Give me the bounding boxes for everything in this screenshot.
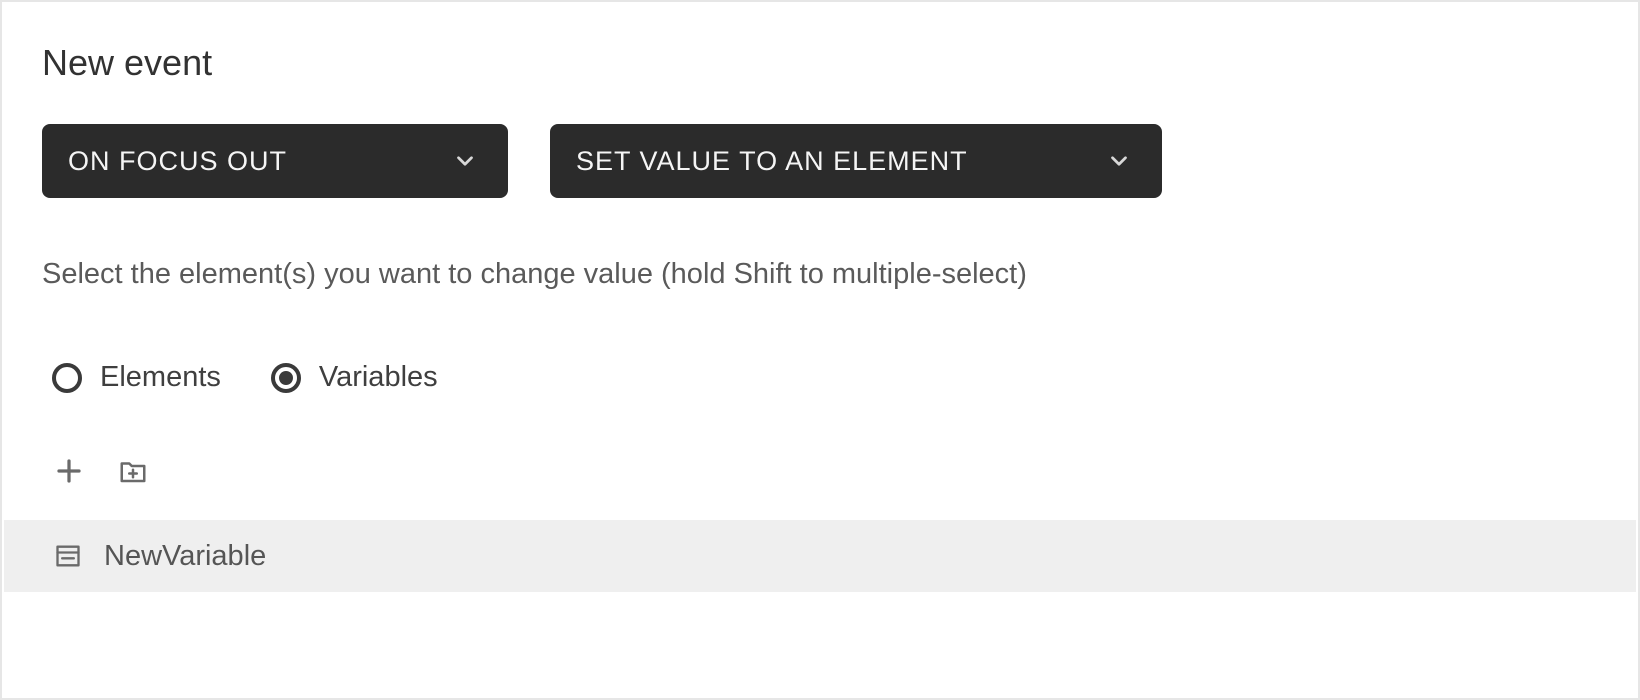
chevron-down-icon <box>1106 148 1132 174</box>
instruction-text: Select the element(s) you want to change… <box>42 258 1598 291</box>
add-folder-button[interactable] <box>116 454 150 488</box>
target-type-radio-group: Elements Variables <box>42 361 1598 394</box>
chevron-down-icon <box>452 148 478 174</box>
variable-name: NewVariable <box>104 540 266 573</box>
radio-variables[interactable]: Variables <box>271 361 438 394</box>
radio-icon <box>52 363 82 393</box>
event-trigger-dropdown[interactable]: ON FOCUS OUT <box>42 124 508 198</box>
radio-elements-label: Elements <box>100 361 221 394</box>
event-trigger-label: ON FOCUS OUT <box>68 146 287 177</box>
variable-icon <box>54 542 82 570</box>
variable-list-item[interactable]: NewVariable <box>4 520 1636 592</box>
event-action-dropdown[interactable]: SET VALUE TO AN ELEMENT <box>550 124 1162 198</box>
new-folder-icon <box>118 456 148 486</box>
dropdown-row: ON FOCUS OUT SET VALUE TO AN ELEMENT <box>42 124 1598 198</box>
event-editor-panel: New event ON FOCUS OUT SET VALUE TO AN E… <box>0 0 1640 700</box>
radio-variables-label: Variables <box>319 361 438 394</box>
panel-title: New event <box>42 42 1598 84</box>
plus-icon <box>54 456 84 486</box>
variables-toolbar <box>42 454 1598 488</box>
add-button[interactable] <box>52 454 86 488</box>
event-action-label: SET VALUE TO AN ELEMENT <box>576 146 968 177</box>
radio-icon <box>271 363 301 393</box>
radio-elements[interactable]: Elements <box>52 361 221 394</box>
